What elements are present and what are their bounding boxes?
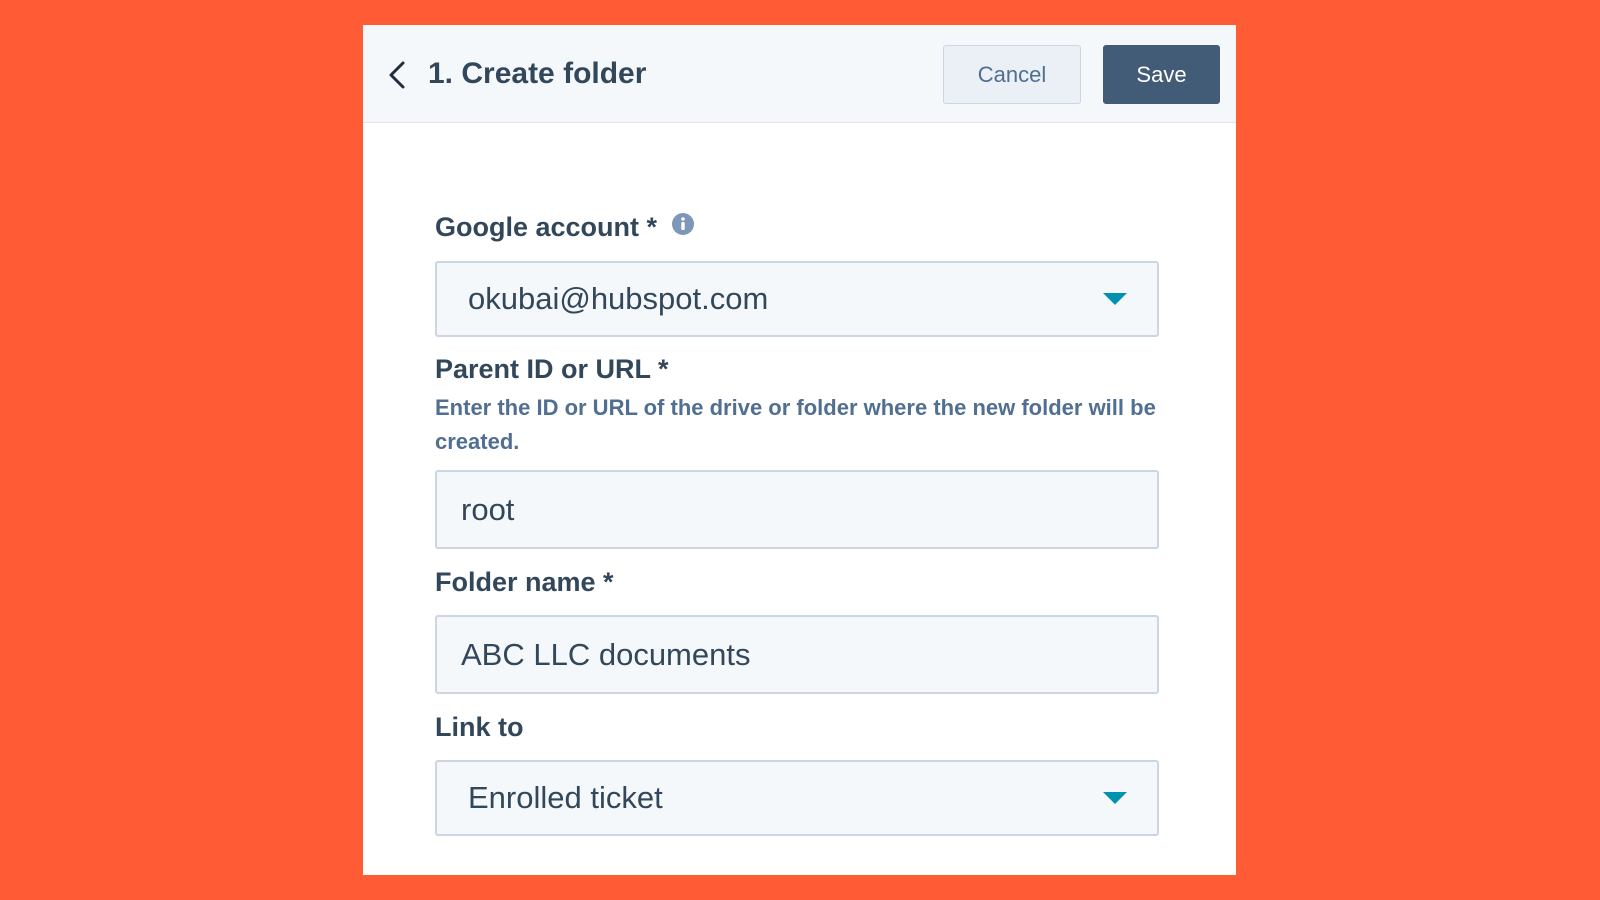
- parent-id-label: Parent ID or URL *: [435, 354, 669, 384]
- link-to-value: Enrolled ticket: [468, 780, 663, 815]
- caret-down-icon: [1103, 792, 1127, 804]
- info-icon[interactable]: [671, 211, 695, 243]
- caret-down-icon: [1103, 293, 1127, 305]
- back-button[interactable]: [383, 59, 411, 91]
- folder-name-input[interactable]: ABC LLC documents: [435, 615, 1159, 694]
- google-account-label: Google account *: [435, 212, 658, 242]
- parent-id-help-text: Enter the ID or URL of the drive or fold…: [435, 395, 1156, 454]
- page-title: 1. Create folder: [428, 57, 647, 90]
- google-account-label-row: Google account *: [435, 211, 695, 243]
- google-account-select[interactable]: okubai@hubspot.com: [435, 261, 1159, 337]
- save-button[interactable]: Save: [1103, 45, 1220, 104]
- cancel-button[interactable]: Cancel: [943, 45, 1081, 104]
- link-to-select[interactable]: Enrolled ticket: [435, 760, 1159, 836]
- folder-name-value: ABC LLC documents: [461, 636, 751, 672]
- link-to-label: Link to: [435, 712, 524, 742]
- panel-header: 1. Create folder Cancel Save: [363, 25, 1236, 123]
- google-account-value: okubai@hubspot.com: [468, 281, 769, 316]
- chevron-left-icon: [389, 61, 405, 89]
- folder-name-label: Folder name *: [435, 567, 614, 597]
- parent-id-value: root: [461, 491, 515, 527]
- create-folder-panel: 1. Create folder Cancel Save Google acco…: [363, 25, 1236, 875]
- parent-id-input[interactable]: root: [435, 470, 1159, 549]
